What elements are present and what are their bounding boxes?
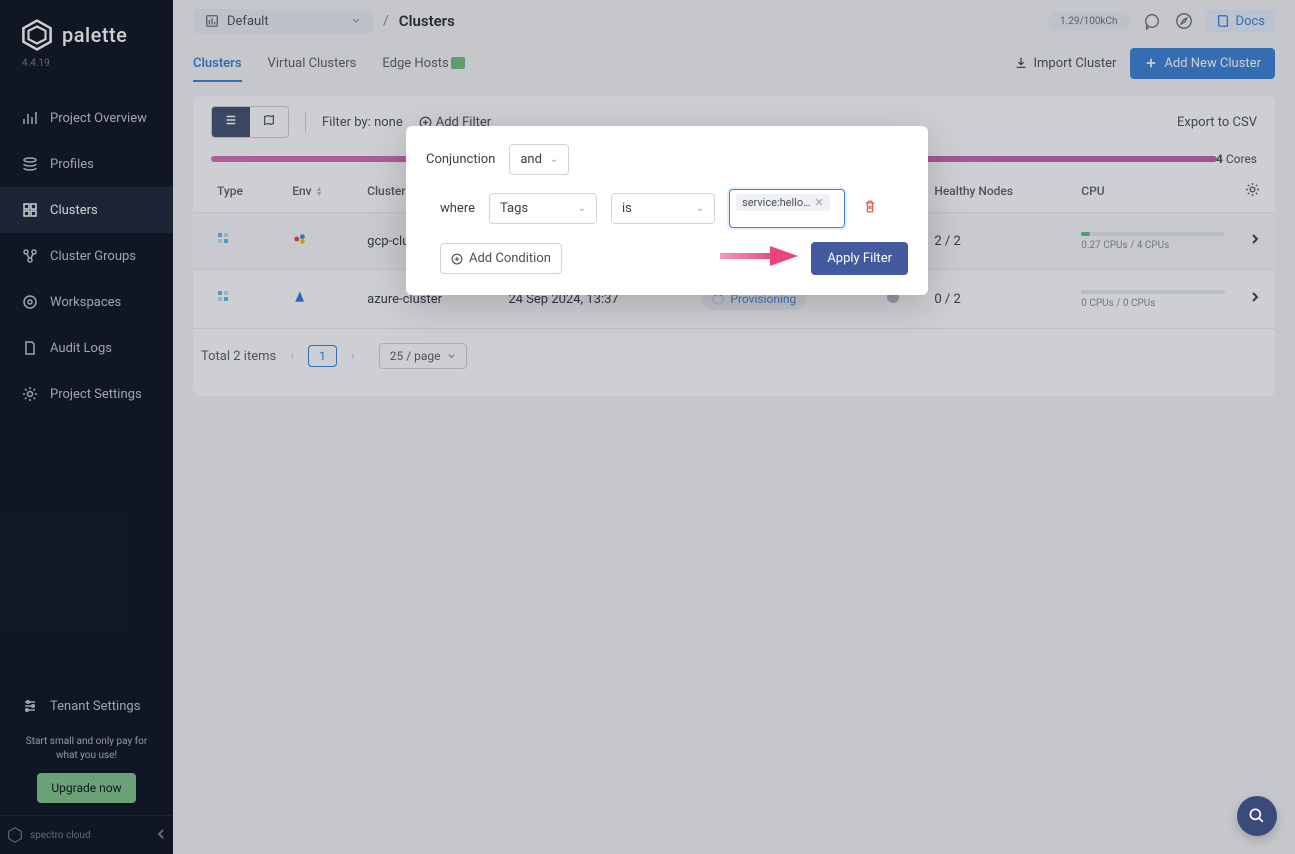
- modal-actions: Add Condition Apply Filter: [426, 242, 908, 275]
- remove-tag-icon[interactable]: ✕: [814, 196, 823, 209]
- conjunction-select[interactable]: and⌄: [509, 144, 569, 175]
- filter-modal: Conjunction and⌄ where Tags⌄ is⌄ service…: [406, 126, 928, 295]
- search-chat-icon: [1247, 806, 1267, 826]
- field-select[interactable]: Tags⌄: [489, 193, 597, 224]
- add-condition-button[interactable]: Add Condition: [440, 243, 562, 274]
- chevron-down-icon: ⌄: [550, 154, 558, 165]
- value-input[interactable]: service:hello…✕: [729, 189, 845, 228]
- help-chat-button[interactable]: [1237, 796, 1277, 836]
- delete-condition-button[interactable]: [863, 199, 877, 218]
- tag-chip: service:hello…✕: [736, 194, 830, 211]
- conjunction-label: Conjunction: [426, 152, 495, 167]
- trash-icon: [863, 199, 877, 214]
- conjunction-row: Conjunction and⌄: [426, 144, 908, 175]
- apply-filter-button[interactable]: Apply Filter: [811, 242, 908, 275]
- chevron-down-icon: ⌄: [578, 203, 586, 214]
- chevron-down-icon: ⌄: [696, 203, 704, 214]
- where-label: where: [440, 201, 475, 216]
- operator-select[interactable]: is⌄: [611, 193, 715, 224]
- plus-circle-icon: [451, 253, 463, 265]
- condition-row: where Tags⌄ is⌄ service:hello…✕: [440, 189, 908, 228]
